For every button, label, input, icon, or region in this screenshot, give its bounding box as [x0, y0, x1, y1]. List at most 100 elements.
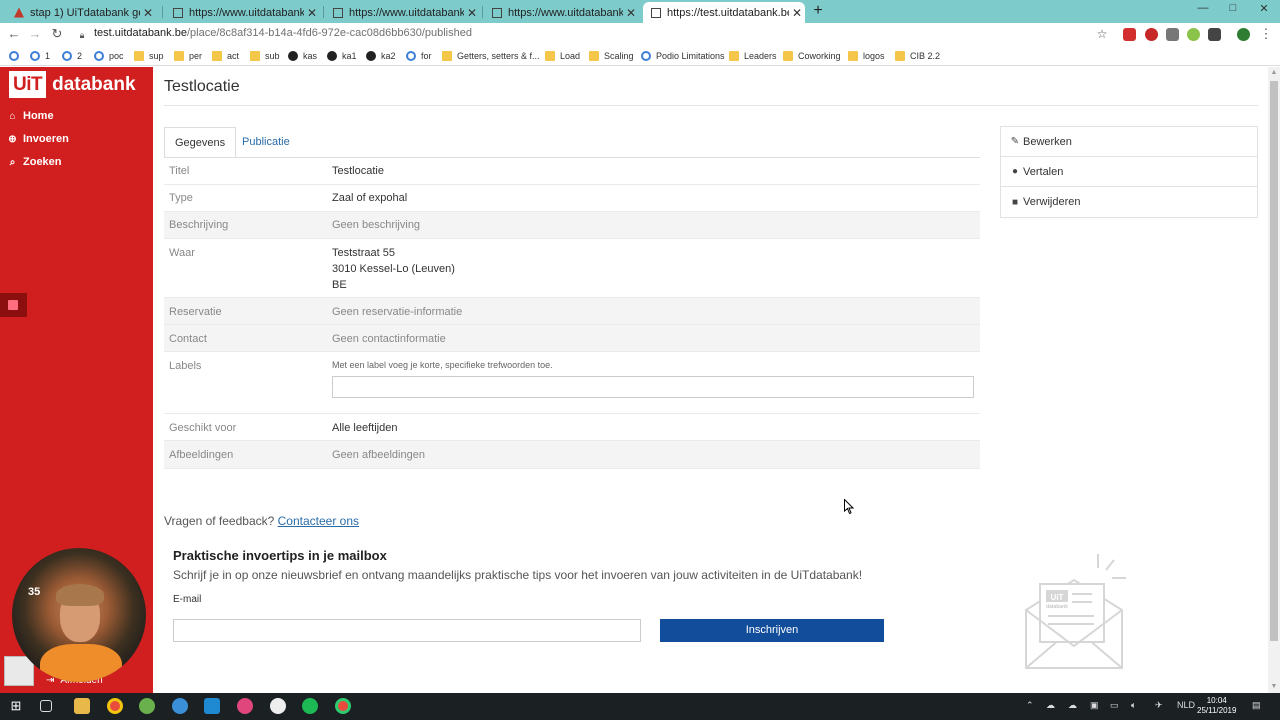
trash-icon: ■	[1011, 196, 1019, 208]
sidebar-item-zoeken[interactable]: ⌕ Zoeken	[7, 156, 62, 168]
bookmark-item[interactable]: 1	[30, 49, 50, 63]
bookmark-item[interactable]	[9, 49, 24, 63]
row-value: Geen reservatie-informatie	[332, 306, 463, 318]
back-arrow-icon[interactable]: ←	[6, 26, 22, 42]
tray-app-icon[interactable]: ▭	[1110, 700, 1119, 711]
network-icon[interactable]: ✈	[1155, 700, 1163, 711]
bookmark-star-icon[interactable]: ☆	[1094, 26, 1110, 42]
extension-icon[interactable]	[1187, 28, 1200, 41]
labels-input[interactable]	[332, 376, 974, 398]
tray-chevron-icon[interactable]: ⌃	[1026, 700, 1034, 711]
extension-icon[interactable]	[1208, 28, 1221, 41]
record-button[interactable]	[0, 293, 27, 317]
close-tab-icon[interactable]: ✕	[623, 6, 639, 20]
tab-publicatie[interactable]: Publicatie	[232, 127, 300, 158]
delete-button[interactable]: ■ Verwijderen	[1001, 187, 1257, 217]
spotify-icon[interactable]	[302, 698, 318, 714]
close-tab-icon[interactable]: ✕	[140, 6, 156, 20]
browser-tab-strip: stap 1) UiTdatabank gegevens to ✕ https:…	[0, 0, 1280, 23]
edit-button[interactable]: ✎ Bewerken	[1001, 127, 1257, 157]
extension-icon[interactable]	[1123, 28, 1136, 41]
close-tab-icon[interactable]: ✕	[789, 6, 805, 20]
bookmark-folder[interactable]: Scaling	[589, 49, 634, 63]
row-value: Testlocatie	[332, 165, 384, 177]
record-stop-icon	[8, 300, 18, 310]
sidebar-item-label: Invoeren	[23, 133, 69, 145]
feedback-text: Vragen of feedback?	[164, 514, 278, 528]
bookmark-label: kas	[303, 51, 318, 61]
bookmark-folder[interactable]: CIB 2.2	[895, 49, 940, 63]
bookmark-folder[interactable]: act	[212, 49, 239, 63]
bookmark-folder[interactable]: sup	[134, 49, 164, 63]
tab-gegevens[interactable]: Gegevens	[164, 127, 237, 158]
sidebar-item-invoeren[interactable]: ⊕ Invoeren	[7, 133, 69, 145]
task-view-icon[interactable]	[40, 700, 52, 712]
app-icon[interactable]	[270, 698, 286, 714]
chrome-icon[interactable]	[107, 698, 123, 714]
vscode-icon[interactable]	[204, 698, 220, 714]
scroll-down-icon[interactable]: ▼	[1268, 681, 1280, 693]
tray-app-icon[interactable]: ▣	[1090, 700, 1099, 711]
cloud-icon[interactable]: ☁	[1068, 700, 1077, 711]
email-field[interactable]	[173, 619, 641, 642]
address-bar[interactable]: test.uitdatabank.be/place/8c8af314-b14a-…	[94, 27, 472, 39]
notification-icon[interactable]: ▤	[1252, 700, 1261, 711]
bookmark-folder[interactable]: per	[174, 49, 202, 63]
language-indicator[interactable]: NLD	[1177, 700, 1195, 710]
browser-tab[interactable]: https://www.uitdatabank.be/sea ✕	[165, 2, 320, 23]
bookmark-item[interactable]: poc	[94, 49, 124, 63]
close-window-button[interactable]: ✕	[1249, 2, 1279, 18]
browser-tab[interactable]: https://www.uitdatabank.be/sea ✕	[325, 2, 480, 23]
bookmark-folder[interactable]: sub	[250, 49, 280, 63]
browser-menu-icon[interactable]: ⋮	[1258, 26, 1274, 42]
tab-title: https://www.uitdatabank.be/sea	[349, 6, 464, 19]
windows-start-icon[interactable]: ⊞	[8, 698, 24, 714]
reload-icon[interactable]: ↻	[49, 26, 65, 42]
close-tab-icon[interactable]: ✕	[464, 6, 480, 20]
detail-row-waar: Waar Teststraat 55 3010 Kessel-Lo (Leuve…	[164, 239, 980, 298]
chrome-icon[interactable]	[335, 698, 351, 714]
bookmark-folder[interactable]: Getters, setters & f...	[442, 49, 540, 63]
scroll-up-icon[interactable]: ▲	[1268, 67, 1280, 79]
browser-tab-active[interactable]: https://test.uitdatabank.be/place ✕	[643, 2, 805, 23]
bookmark-item[interactable]: ka2	[366, 49, 396, 63]
translate-button[interactable]: ● Vertalen	[1001, 157, 1257, 187]
minimize-window-button[interactable]: —	[1188, 2, 1218, 18]
app-icon[interactable]	[172, 698, 188, 714]
newsletter-panel: Praktische invoertips in je mailbox Schr…	[164, 538, 1259, 688]
close-tab-icon[interactable]: ✕	[304, 6, 320, 20]
subscribe-button[interactable]: Inschrijven	[660, 619, 884, 642]
onedrive-icon[interactable]: ☁	[1046, 700, 1055, 711]
bookmark-item[interactable]: ka1	[327, 49, 357, 63]
browser-tab[interactable]: stap 1) UiTdatabank gegevens to ✕	[6, 2, 156, 23]
forward-arrow-icon[interactable]: →	[27, 26, 43, 42]
new-tab-button[interactable]: +	[810, 2, 826, 20]
bookmark-folder[interactable]: logos	[848, 49, 885, 63]
contact-link[interactable]: Contacteer ons	[278, 514, 359, 528]
address-country: BE	[332, 279, 347, 291]
extension-icon[interactable]	[1145, 28, 1158, 41]
app-icon[interactable]	[237, 698, 253, 714]
bookmark-folder[interactable]: Leaders	[729, 49, 777, 63]
extension-icon[interactable]	[1166, 28, 1179, 41]
page-scrollbar[interactable]: ▲ ▼	[1268, 67, 1280, 693]
labels-hint: Met een label voeg je korte, specifieke …	[332, 360, 553, 370]
uitdatabank-logo[interactable]: UiT databank	[9, 71, 136, 98]
file-explorer-icon[interactable]	[74, 698, 90, 714]
bookmark-label: 2	[77, 51, 83, 61]
browser-tab[interactable]: https://www.uitdatabank.be/eve ✕	[484, 2, 639, 23]
bookmark-item[interactable]: kas	[288, 49, 317, 63]
bookmark-item[interactable]: Podio Limitations	[641, 49, 725, 63]
profile-avatar-icon[interactable]	[1237, 28, 1250, 41]
bookmark-folder[interactable]: Coworking	[783, 49, 841, 63]
bookmark-item[interactable]: for	[406, 49, 432, 63]
sidebar-item-home[interactable]: ⌂ Home	[7, 110, 53, 122]
scroll-thumb[interactable]	[1270, 81, 1278, 641]
bookmark-folder[interactable]: Load	[545, 49, 580, 63]
volume-icon[interactable]: 🔈︎	[1131, 700, 1136, 711]
maximize-window-button[interactable]: □	[1218, 2, 1248, 18]
app-icon[interactable]	[139, 698, 155, 714]
bookmark-item[interactable]: 2	[62, 49, 82, 63]
system-clock[interactable]: 10:04 25/11/2019	[1197, 696, 1236, 716]
action-label: Bewerken	[1023, 135, 1072, 148]
